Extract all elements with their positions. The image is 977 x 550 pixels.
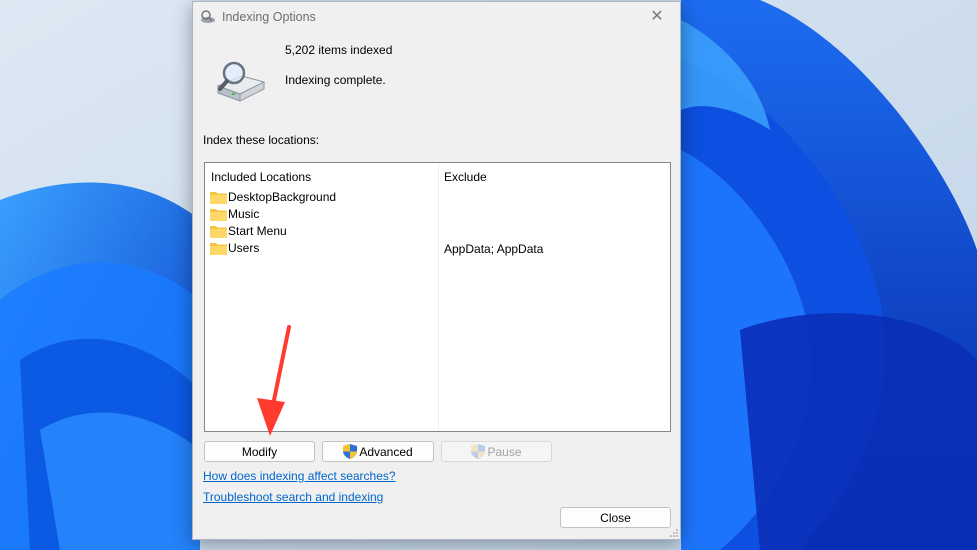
dialog-title: Indexing Options [222,10,316,24]
how-indexing-link[interactable]: How does indexing affect searches? [203,469,396,483]
indexing-drive-icon [216,61,266,102]
modify-button-label: Modify [241,444,278,459]
column-divider[interactable] [438,163,439,431]
close-icon: ✕ [650,8,664,25]
resize-grip-icon[interactable] [670,529,678,537]
modify-button[interactable]: Modify [204,441,315,462]
advanced-button[interactable]: Advanced [322,441,434,462]
indexing-status: Indexing complete. [285,73,386,87]
index-locations-label: Index these locations: [203,133,320,147]
list-item[interactable]: Music [210,206,259,222]
close-button[interactable]: Close [560,507,671,528]
pause-button[interactable]: Pause [441,441,552,462]
location-name: Music [228,207,260,221]
pause-button-label: Pause [487,444,522,459]
advanced-button-label: Advanced [359,444,413,459]
folder-icon [210,208,227,221]
list-item[interactable]: Users [210,240,259,256]
indexing-options-icon [201,10,215,23]
list-item[interactable]: Start Menu [210,223,287,239]
location-name: DesktopBackground [228,190,337,204]
items-indexed-count: 5,202 items indexed [285,43,393,57]
location-name: Start Menu [228,224,287,238]
uac-shield-icon [343,444,358,459]
column-header-exclude[interactable]: Exclude [444,170,487,184]
close-button-label: Close [600,510,631,525]
list-item[interactable]: DesktopBackground [210,189,336,205]
title-bar[interactable]: Indexing Options ✕ [193,2,680,32]
troubleshoot-link[interactable]: Troubleshoot search and indexing [203,490,383,504]
indexing-options-dialog: Indexing Options ✕ 5,202 items indexed I… [192,1,681,540]
location-exclude: AppData; AppData [444,242,544,256]
folder-icon [210,191,227,204]
locations-list[interactable]: Included Locations Exclude DesktopBackgr… [204,162,671,432]
location-name: Users [228,241,260,255]
folder-icon [210,225,227,238]
uac-shield-icon [471,444,486,459]
title-close-button[interactable]: ✕ [640,6,674,28]
column-header-included[interactable]: Included Locations [211,170,311,184]
folder-icon [210,242,227,255]
